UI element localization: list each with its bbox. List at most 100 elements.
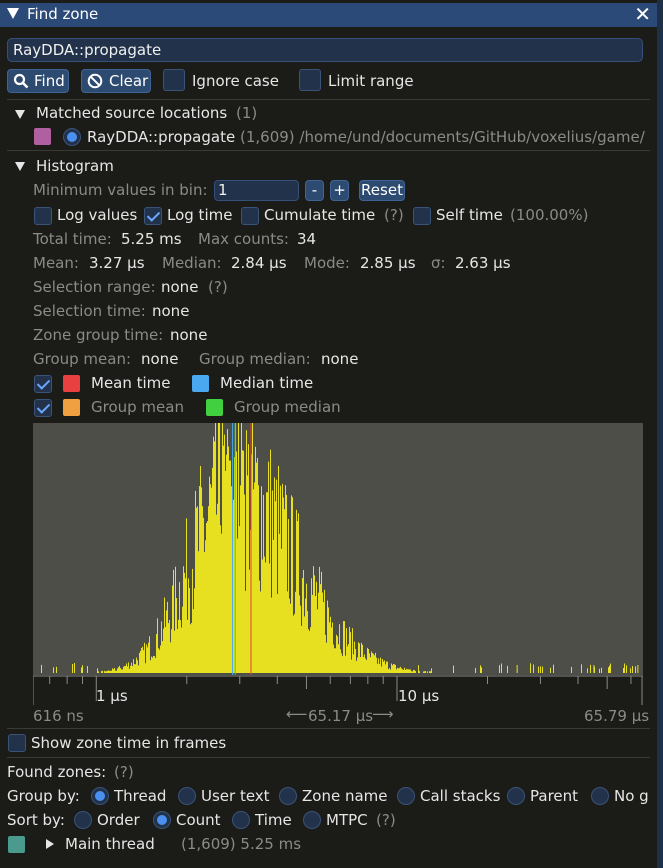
histogram-bar — [248, 444, 249, 673]
histogram-bar — [109, 671, 110, 673]
group-by-user-text-radio[interactable] — [178, 787, 196, 805]
histogram-bar — [187, 619, 188, 673]
histogram-bar — [201, 487, 202, 673]
histogram-bar — [286, 494, 287, 673]
histogram-bar — [167, 601, 168, 673]
histogram-bar — [168, 623, 169, 673]
source-location-radio[interactable] — [63, 128, 81, 146]
histogram-bar — [404, 667, 405, 673]
help-icon[interactable]: (?) — [208, 278, 228, 296]
histogram-bar — [353, 654, 354, 673]
clear-button[interactable]: Clear — [81, 69, 151, 93]
find-button[interactable]: Find — [7, 69, 69, 93]
axis-min-label: 616 ns — [33, 707, 84, 725]
collapse-arrow-icon[interactable] — [7, 8, 19, 19]
histogram-bar — [342, 655, 343, 673]
histogram-bar — [130, 665, 131, 673]
histogram-bar — [335, 648, 336, 673]
expand-arrow-icon[interactable] — [46, 839, 54, 849]
histogram-bar — [247, 475, 248, 673]
histogram-bar — [275, 501, 276, 673]
cumulate-time-checkbox[interactable] — [241, 207, 259, 225]
histogram-bar — [394, 664, 395, 673]
close-icon[interactable]: ✕ — [634, 3, 651, 25]
matched-header[interactable]: Matched source locations — [36, 104, 227, 122]
ignore-case-checkbox[interactable] — [163, 69, 185, 91]
sort-by-order-radio[interactable] — [74, 811, 92, 829]
histogram-bar — [453, 665, 454, 673]
decrement-button[interactable]: - — [305, 180, 324, 201]
histogram-bar — [608, 667, 609, 673]
histogram-bar — [152, 657, 153, 673]
sort-by-mtpc-radio[interactable] — [303, 811, 321, 829]
histogram-bar — [112, 668, 113, 673]
histogram-bar — [272, 490, 273, 673]
sort-by-time-radio[interactable] — [232, 811, 250, 829]
histogram-bar — [98, 671, 99, 673]
min-bin-label: Minimum values in bin: — [33, 181, 208, 199]
histogram-bar — [175, 566, 176, 673]
histogram-bar — [367, 647, 368, 673]
axis-max-label: 65.79 µs — [584, 707, 650, 725]
limit-range-checkbox[interactable] — [299, 69, 321, 91]
group-by-call-stacks-radio[interactable] — [397, 787, 415, 805]
help-icon[interactable]: (?) — [384, 206, 404, 224]
histogram-bar — [242, 450, 243, 673]
find-zone-window: Find zone ✕ RayDDA::propagate Find Clear… — [0, 0, 663, 868]
histogram-bar — [423, 671, 424, 673]
histogram-bar — [409, 669, 410, 673]
histogram-bar — [375, 652, 376, 673]
help-icon[interactable]: (?) — [114, 763, 134, 781]
self-time-checkbox[interactable] — [413, 207, 431, 225]
histogram-chart[interactable] — [33, 423, 643, 675]
show-mean-checkbox[interactable] — [34, 375, 52, 393]
log-values-checkbox[interactable] — [34, 207, 52, 225]
reset-button[interactable]: Reset — [359, 180, 405, 201]
increment-button[interactable]: + — [330, 180, 349, 201]
histogram-bar — [274, 477, 275, 673]
min-bin-input[interactable]: 1 — [214, 180, 299, 201]
histogram-bar — [313, 566, 314, 673]
histogram-bar — [365, 658, 366, 673]
histogram-bar — [239, 526, 240, 673]
histogram-bar — [154, 655, 155, 673]
histogram-bar — [351, 659, 352, 673]
histogram-bar — [355, 648, 356, 673]
sort-by-count-radio[interactable] — [153, 811, 171, 829]
histogram-bar — [350, 632, 351, 673]
histogram-bar — [150, 660, 151, 673]
search-input[interactable]: RayDDA::propagate — [7, 38, 643, 62]
expand-arrow-icon[interactable] — [15, 162, 25, 171]
histogram-bar — [315, 596, 316, 673]
title-bar[interactable]: Find zone ✕ — [0, 3, 657, 27]
histogram-bar — [122, 669, 123, 673]
histogram-bar — [227, 429, 228, 673]
histogram-bar — [303, 569, 304, 673]
histogram-bar — [149, 636, 150, 673]
expand-arrow-icon[interactable] — [15, 110, 25, 119]
histogram-bar — [601, 667, 602, 673]
group-by-zone-name-radio[interactable] — [279, 787, 297, 805]
log-time-checkbox[interactable] — [144, 207, 162, 225]
source-location-name[interactable]: RayDDA::propagate — [87, 128, 235, 146]
histogram-plot[interactable] — [33, 423, 643, 675]
max-counts-value: 34 — [297, 230, 317, 248]
histogram-bar — [223, 445, 224, 673]
histogram-bar — [212, 467, 213, 673]
show-zone-time-checkbox[interactable] — [8, 734, 26, 752]
histogram-bar — [184, 572, 185, 673]
histogram-bar — [169, 620, 170, 673]
group-by-no-group-radio[interactable] — [591, 787, 609, 805]
histogram-header[interactable]: Histogram — [36, 157, 114, 175]
histogram-bar — [380, 657, 381, 673]
group-by-thread-radio[interactable] — [91, 787, 109, 805]
group-by-parent-radio[interactable] — [507, 787, 525, 805]
histogram-bar — [291, 495, 292, 673]
histogram-bar — [229, 460, 230, 673]
histogram-bar — [81, 667, 82, 673]
help-icon[interactable]: (?) — [376, 811, 396, 829]
show-group-checkbox[interactable] — [34, 399, 52, 417]
thread-name[interactable]: Main thread — [65, 835, 155, 853]
histogram-bar — [269, 563, 270, 673]
histogram-bar — [401, 668, 402, 673]
